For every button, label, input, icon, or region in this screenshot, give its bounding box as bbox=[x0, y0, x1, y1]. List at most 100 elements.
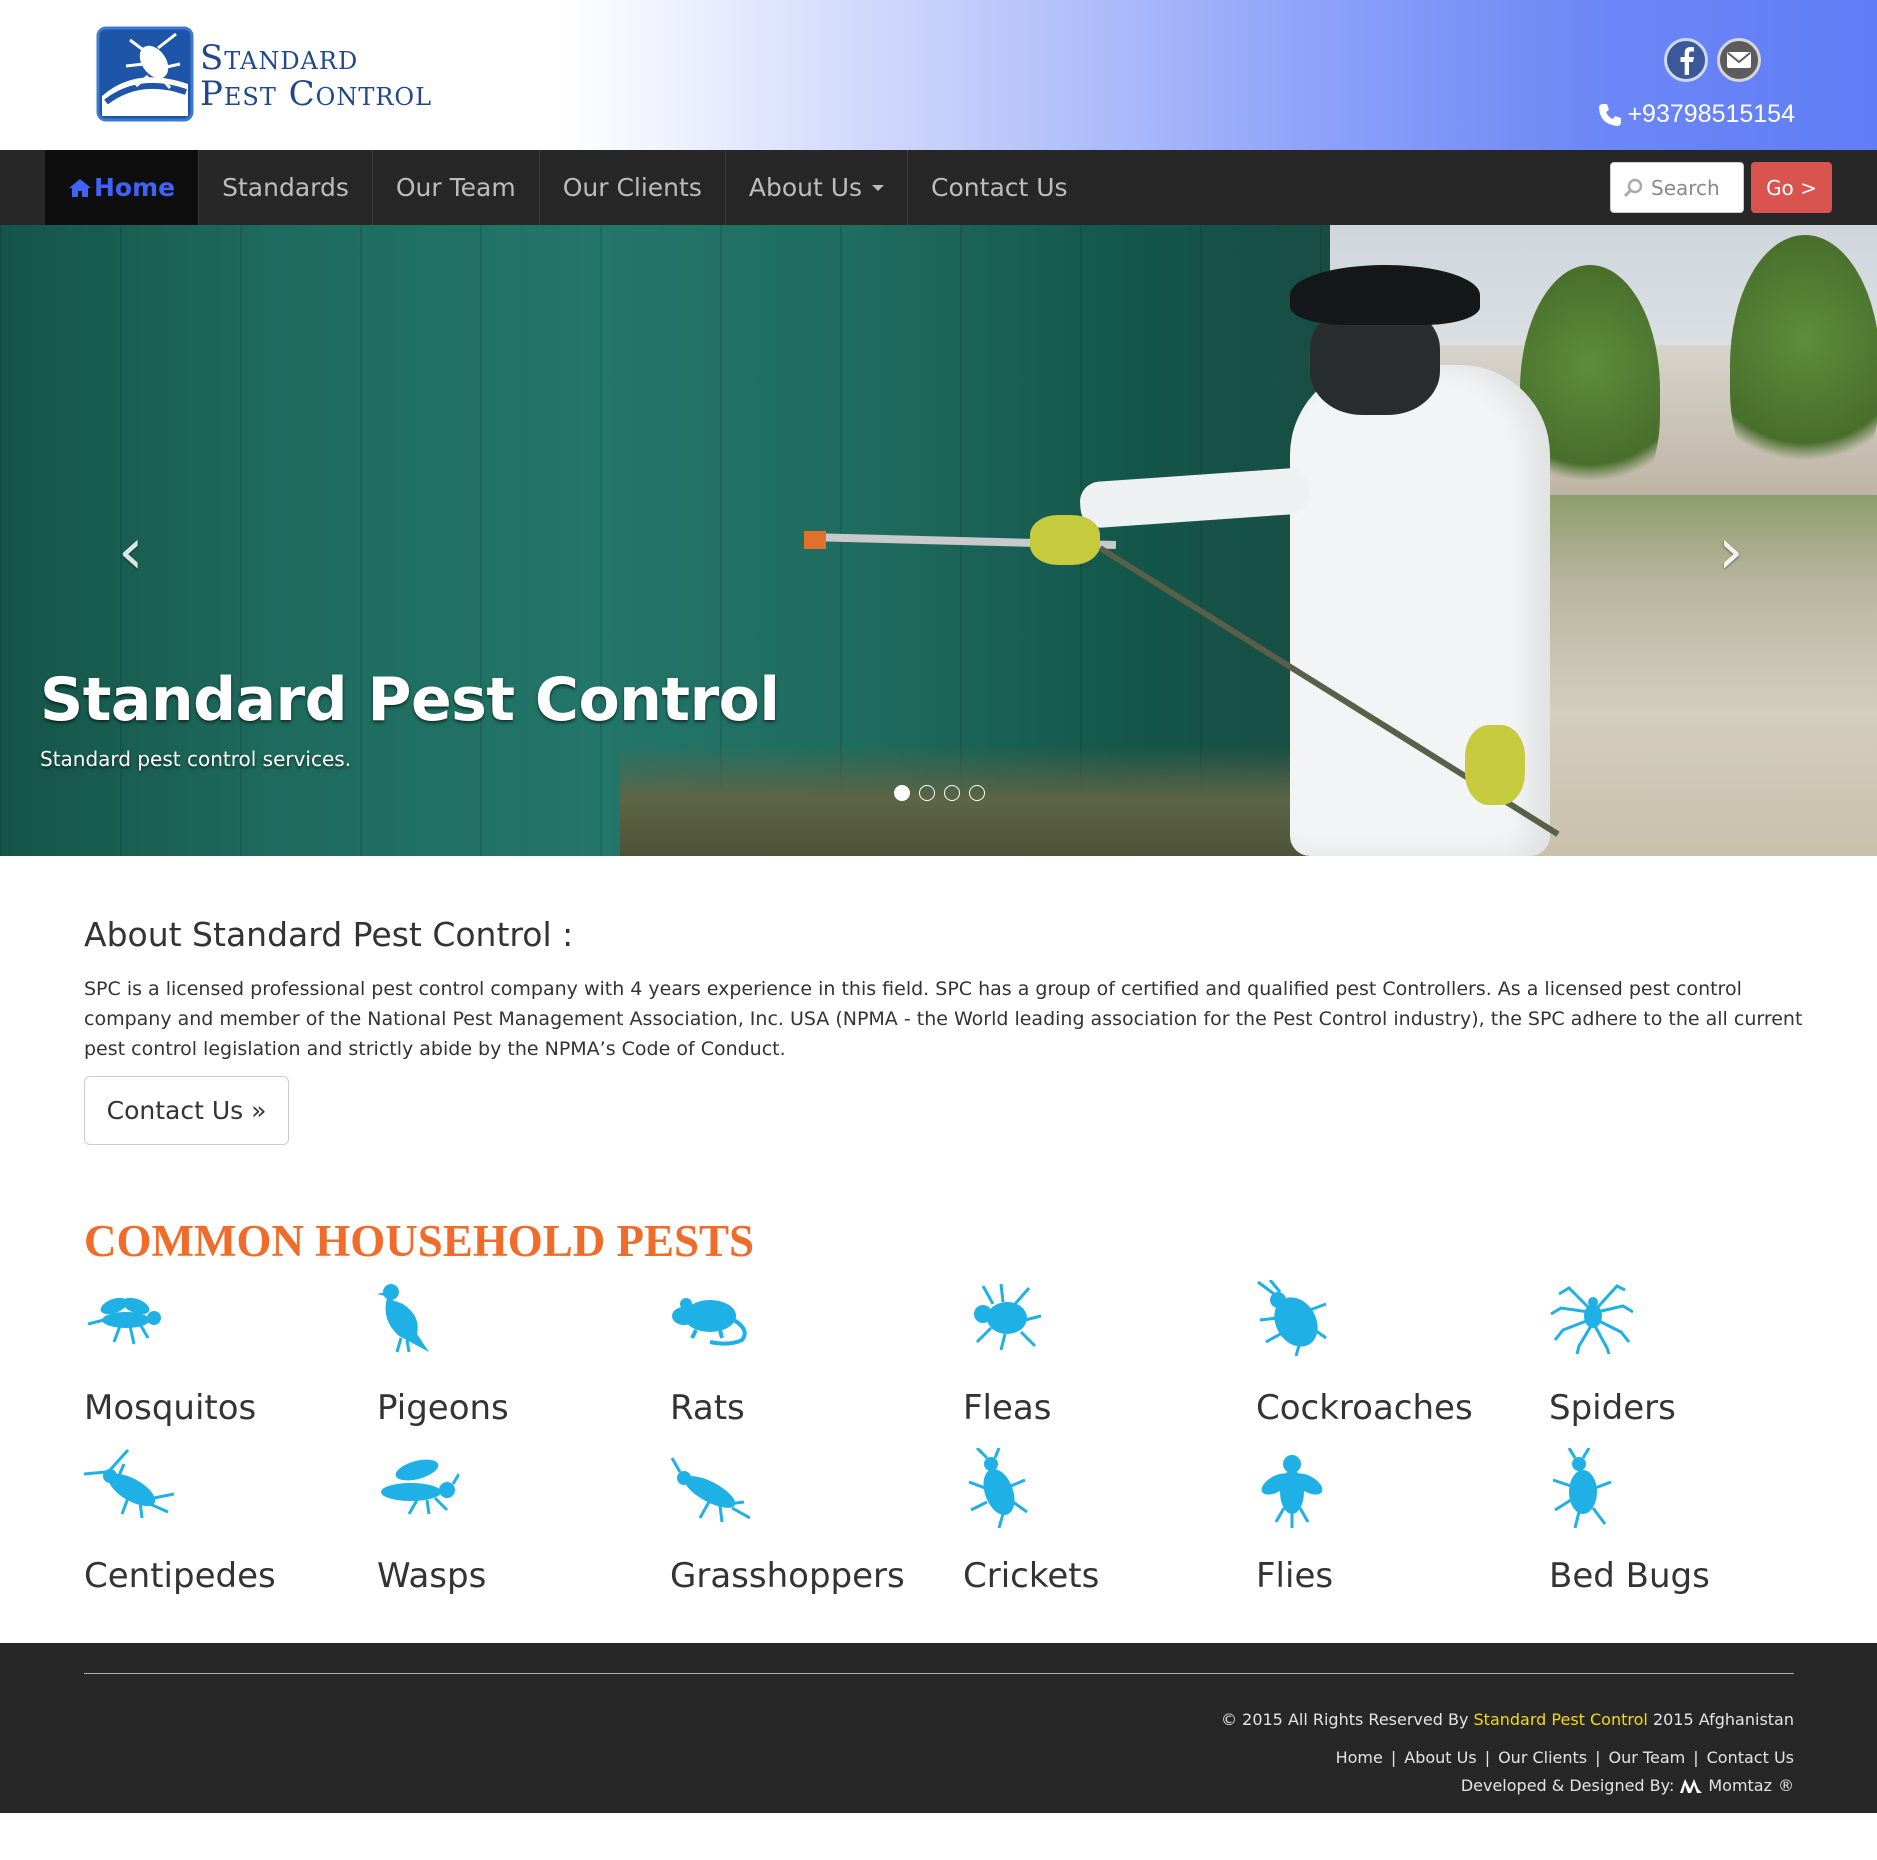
pest-item-pigeons[interactable]: Pigeons bbox=[377, 1280, 667, 1440]
nav-our-team-label: Our Team bbox=[395, 173, 516, 202]
footer-link-our-team[interactable]: Our Team bbox=[1609, 1748, 1686, 1767]
hero-glove bbox=[1465, 725, 1525, 805]
hero-carousel: ‹ › Standard Pest Control Standard pest … bbox=[0, 225, 1877, 856]
main-navbar: Home Standards Our Team Our Clients Abou… bbox=[0, 150, 1877, 225]
caret-down-icon bbox=[872, 184, 885, 191]
site-header: Standard Pest Control +93798515154 bbox=[0, 0, 1877, 150]
copyright-suffix: 2015 Afghanistan bbox=[1652, 1710, 1794, 1729]
cricket-icon bbox=[968, 1448, 1028, 1528]
phone-icon bbox=[1599, 103, 1622, 126]
hero-caption: Standard Pest Control Standard pest cont… bbox=[40, 665, 780, 771]
nav-standards[interactable]: Standards bbox=[199, 150, 373, 225]
spider-icon bbox=[1550, 1284, 1633, 1354]
phone-number[interactable]: +93798515154 bbox=[1597, 100, 1795, 129]
pest-item-rats[interactable]: Rats bbox=[670, 1280, 960, 1440]
pest-label: Grasshoppers bbox=[670, 1556, 905, 1596]
logo-bug-icon bbox=[96, 26, 194, 122]
footer-separator: | bbox=[1693, 1748, 1699, 1767]
about-heading: About Standard Pest Control : bbox=[84, 915, 574, 954]
rat-icon bbox=[672, 1298, 747, 1346]
nav-our-team[interactable]: Our Team bbox=[373, 150, 540, 225]
pest-label: Cockroaches bbox=[1256, 1388, 1473, 1428]
phone-text: +93798515154 bbox=[1627, 100, 1795, 128]
footer-link-about-us[interactable]: About Us bbox=[1404, 1748, 1476, 1767]
nav-our-clients-label: Our Clients bbox=[562, 173, 702, 202]
logo-line-1: Standard bbox=[200, 38, 359, 78]
nav-our-clients[interactable]: Our Clients bbox=[540, 150, 726, 225]
developer-name[interactable]: Momtaz bbox=[1708, 1776, 1772, 1795]
carousel-prev-icon[interactable]: ‹ bbox=[118, 515, 144, 589]
pest-item-flies[interactable]: Flies bbox=[1256, 1448, 1546, 1608]
facebook-icon[interactable] bbox=[1664, 38, 1708, 82]
carousel-indicator[interactable] bbox=[894, 785, 910, 801]
hero-title: Standard Pest Control bbox=[40, 665, 780, 735]
pest-item-mosquitos[interactable]: Mosquitos bbox=[84, 1280, 374, 1440]
page-bottom-margin bbox=[0, 1813, 1877, 1860]
pest-label: Flies bbox=[1256, 1556, 1334, 1596]
footer-separator: | bbox=[1595, 1748, 1601, 1767]
pest-item-cockroaches[interactable]: Cockroaches bbox=[1256, 1280, 1546, 1440]
pest-item-centipedes[interactable]: Centipedes bbox=[84, 1448, 374, 1608]
footer-link-contact-us[interactable]: Contact Us bbox=[1707, 1748, 1794, 1767]
momtaz-logo-icon[interactable] bbox=[1680, 1778, 1703, 1793]
nav-standards-label: Standards bbox=[222, 173, 349, 202]
pest-label: Mosquitos bbox=[84, 1388, 257, 1428]
pest-label: Rats bbox=[670, 1388, 745, 1428]
copyright-prefix: © 2015 All Rights Reserved By bbox=[1221, 1710, 1469, 1729]
pests-title: COMMON HOUSEHOLD PESTS bbox=[84, 1216, 755, 1266]
flea-icon bbox=[974, 1283, 1042, 1350]
contact-us-button[interactable]: Contact Us » bbox=[84, 1076, 289, 1145]
footer-separator: | bbox=[1390, 1748, 1397, 1767]
footer-developer-credit: Developed & Designed By: Momtaz ® bbox=[1461, 1776, 1794, 1795]
pigeon-icon bbox=[377, 1284, 429, 1353]
nav-list: Home Standards Our Team Our Clients Abou… bbox=[45, 150, 1091, 225]
cockroach-icon bbox=[1257, 1280, 1327, 1356]
nav-contact-us-label: Contact Us bbox=[931, 173, 1068, 202]
carousel-indicator[interactable] bbox=[969, 785, 985, 801]
hero-glove bbox=[1030, 515, 1100, 565]
search-go-button[interactable]: Go > bbox=[1751, 162, 1832, 213]
site-footer: © 2015 All Rights Reserved By Standard P… bbox=[0, 1643, 1877, 1813]
nav-about-us-dropdown[interactable]: About Us bbox=[726, 150, 909, 225]
bed-bug-icon bbox=[1552, 1448, 1612, 1528]
centipede-icon bbox=[84, 1448, 174, 1519]
pest-item-wasps[interactable]: Wasps bbox=[377, 1448, 667, 1608]
nav-home-label: Home bbox=[94, 173, 176, 202]
pest-label: Fleas bbox=[963, 1388, 1052, 1428]
pest-label: Wasps bbox=[377, 1556, 487, 1596]
logo-line-2: Pest Control bbox=[200, 74, 433, 114]
carousel-next-icon[interactable]: › bbox=[1718, 515, 1744, 589]
fly-icon bbox=[1261, 1455, 1323, 1528]
pest-label: Bed Bugs bbox=[1549, 1556, 1710, 1596]
footer-copyright: © 2015 All Rights Reserved By Standard P… bbox=[1221, 1710, 1794, 1729]
pest-label: Crickets bbox=[963, 1556, 1100, 1596]
home-icon bbox=[69, 178, 91, 197]
hero-worker-figure bbox=[1270, 265, 1570, 856]
carousel-indicators bbox=[894, 785, 985, 801]
about-section: About Standard Pest Control : SPC is a l… bbox=[84, 915, 1804, 1064]
logo-text: Standard Pest Control bbox=[200, 40, 432, 112]
footer-link-home[interactable]: Home bbox=[1336, 1748, 1383, 1767]
copyright-brand-link[interactable]: Standard Pest Control bbox=[1474, 1710, 1648, 1729]
pest-item-spiders[interactable]: Spiders bbox=[1549, 1280, 1839, 1440]
carousel-indicator[interactable] bbox=[944, 785, 960, 801]
site-logo[interactable]: Standard Pest Control bbox=[96, 26, 436, 122]
mail-icon[interactable] bbox=[1717, 38, 1761, 82]
about-body: SPC is a licensed professional pest cont… bbox=[84, 978, 1803, 1060]
pest-item-fleas[interactable]: Fleas bbox=[963, 1280, 1253, 1440]
pest-item-crickets[interactable]: Crickets bbox=[963, 1448, 1253, 1608]
search-input[interactable] bbox=[1651, 175, 1741, 200]
hero-subtitle: Standard pest control services. bbox=[40, 747, 352, 771]
pest-label: Centipedes bbox=[84, 1556, 276, 1596]
pest-item-grasshoppers[interactable]: Grasshoppers bbox=[670, 1448, 960, 1608]
nav-home[interactable]: Home bbox=[45, 150, 200, 225]
mosquito-icon bbox=[87, 1297, 161, 1345]
nav-contact-us[interactable]: Contact Us bbox=[908, 150, 1091, 225]
search-icon bbox=[1623, 178, 1643, 197]
registered-mark: ® bbox=[1778, 1776, 1794, 1795]
footer-separator: | bbox=[1484, 1748, 1491, 1767]
wasp-icon bbox=[381, 1459, 459, 1515]
carousel-indicator[interactable] bbox=[919, 785, 935, 801]
footer-link-our-clients[interactable]: Our Clients bbox=[1498, 1748, 1587, 1767]
pest-item-bed-bugs[interactable]: Bed Bugs bbox=[1549, 1448, 1839, 1608]
